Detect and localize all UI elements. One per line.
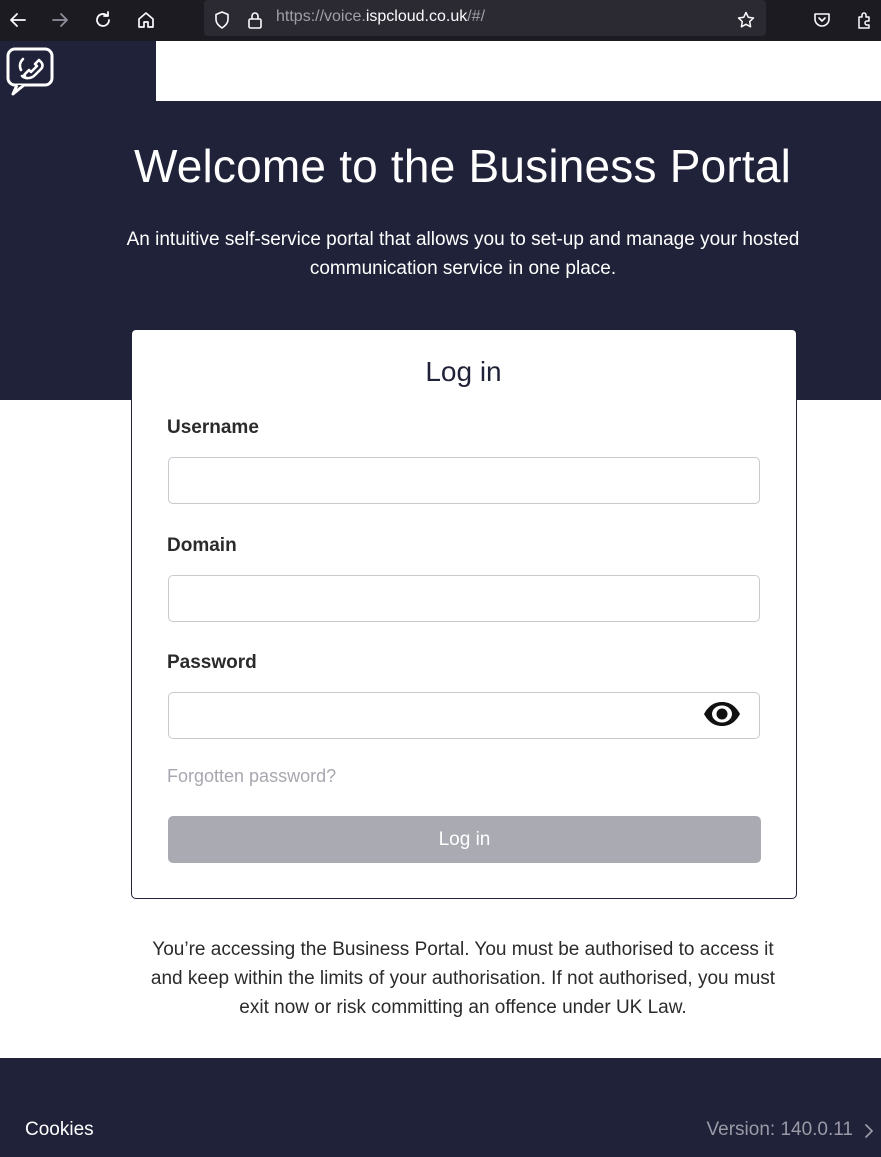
chevron-right-icon[interactable] <box>863 1122 875 1140</box>
login-card: Log in Username Domain Password Forgotte… <box>131 329 797 899</box>
hero-subtitle-line: An intuitive self-service portal that al… <box>126 229 800 250</box>
authorisation-notice: You’re accessing the Business Portal. Yo… <box>120 935 806 1022</box>
lock-icon[interactable] <box>241 6 269 34</box>
footer: Cookies Version: 140.0.11 <box>0 1058 881 1157</box>
star-icon[interactable] <box>732 6 760 34</box>
url-host: ispcloud.co.uk <box>365 8 468 25</box>
password-input[interactable] <box>168 692 760 739</box>
shield-icon[interactable] <box>208 6 236 34</box>
forgot-password-link[interactable]: Forgotten password? <box>167 766 336 787</box>
phone-handset-icon <box>6 47 54 96</box>
cookies-link[interactable]: Cookies <box>25 1119 94 1141</box>
password-label: Password <box>167 652 257 673</box>
url-text[interactable]: https://voice.ispcloud.co.uk/#/ <box>276 8 485 26</box>
username-input[interactable] <box>168 457 760 504</box>
home-icon[interactable] <box>132 6 160 34</box>
eye-icon[interactable] <box>702 700 742 728</box>
notice-line: exit now or risk committing an offence u… <box>239 997 687 1018</box>
hero-subtitle: An intuitive self-service portal that al… <box>100 225 826 283</box>
username-label: Username <box>167 417 259 438</box>
page-title: Welcome to the Business Portal <box>133 140 792 192</box>
reload-icon[interactable] <box>89 6 117 34</box>
forward-arrow-icon[interactable] <box>46 6 74 34</box>
extensions-icon[interactable] <box>851 6 879 34</box>
url-path: /#/ <box>467 8 486 25</box>
pocket-icon[interactable] <box>808 6 836 34</box>
browser-toolbar: https://voice.ispcloud.co.uk/#/ <box>0 0 881 41</box>
back-arrow-icon[interactable] <box>4 6 32 34</box>
domain-label: Domain <box>167 535 237 556</box>
notice-line: You’re accessing the Business Portal. Yo… <box>152 939 774 960</box>
notice-line: and keep within the limits of your autho… <box>150 968 776 989</box>
url-prefix: https://voice. <box>276 8 366 25</box>
hero-subtitle-line: communication service in one place. <box>309 258 617 279</box>
logo-container[interactable] <box>0 41 156 101</box>
login-title: Log in <box>425 356 502 387</box>
top-bar <box>156 41 881 101</box>
version-label: Version: 140.0.11 <box>706 1119 853 1140</box>
domain-input[interactable] <box>168 575 760 622</box>
login-button[interactable]: Log in <box>168 816 761 863</box>
